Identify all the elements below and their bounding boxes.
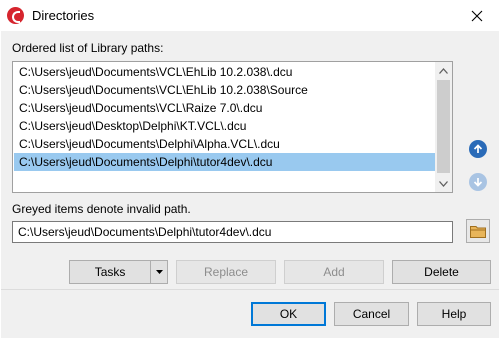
close-button[interactable] xyxy=(454,0,500,31)
list-item[interactable]: C:\Users\jeud\Documents\VCL\EhLib 10.2.0… xyxy=(14,63,437,81)
help-button[interactable]: Help xyxy=(417,302,491,326)
delphi-app-icon xyxy=(7,7,24,24)
arrow-down-circle-icon xyxy=(469,173,487,191)
invalid-path-hint: Greyed items denote invalid path. xyxy=(12,202,191,216)
list-item[interactable]: C:\Users\jeud\Documents\VCL\Raize 7.0\.d… xyxy=(14,99,437,117)
scroll-up-button[interactable] xyxy=(435,62,452,79)
replace-button[interactable]: Replace xyxy=(176,260,276,284)
list-scrollbar[interactable] xyxy=(435,62,452,192)
cancel-button[interactable]: Cancel xyxy=(334,302,409,326)
list-item[interactable]: C:\Users\jeud\Desktop\Delphi\KT.VCL\.dcu xyxy=(14,117,437,135)
footer-divider xyxy=(1,289,499,290)
list-item-selected[interactable]: C:\Users\jeud\Documents\Delphi\tutor4dev… xyxy=(14,153,437,171)
list-item-label: C:\Users\jeud\Documents\VCL\EhLib 10.2.0… xyxy=(19,65,293,79)
title-bar[interactable]: Directories xyxy=(0,0,500,31)
list-item-label: C:\Users\jeud\Desktop\Delphi\KT.VCL\.dcu xyxy=(19,119,247,133)
tasks-dropdown-button[interactable] xyxy=(150,261,167,283)
add-button[interactable]: Add xyxy=(284,260,384,284)
move-up-button[interactable] xyxy=(467,138,489,160)
scroll-down-icon xyxy=(439,180,448,187)
arrow-up-circle-icon xyxy=(469,140,487,158)
list-item-label: C:\Users\jeud\Documents\VCL\EhLib 10.2.0… xyxy=(19,83,308,97)
tasks-split-button[interactable]: Tasks xyxy=(69,260,168,284)
tasks-label: Tasks xyxy=(94,265,126,279)
scrollbar-thumb[interactable] xyxy=(437,80,450,173)
folder-icon xyxy=(470,225,486,238)
ok-button[interactable]: OK xyxy=(251,302,326,326)
scroll-up-icon xyxy=(439,67,448,74)
path-input[interactable] xyxy=(12,221,453,243)
list-item[interactable]: C:\Users\jeud\Documents\Delphi\Alpha.VCL… xyxy=(14,135,437,153)
window-title: Directories xyxy=(32,8,95,23)
browse-folder-button[interactable] xyxy=(466,219,490,243)
chevron-down-icon xyxy=(155,270,163,274)
delete-button[interactable]: Delete xyxy=(392,260,491,284)
list-item[interactable]: C:\Users\jeud\Documents\VCL\EhLib 10.2.0… xyxy=(14,81,437,99)
library-path-list[interactable]: C:\Users\jeud\Documents\VCL\EhLib 10.2.0… xyxy=(12,61,453,193)
scroll-down-button[interactable] xyxy=(435,175,452,192)
library-list-label: Ordered list of Library paths: xyxy=(12,41,164,55)
move-down-button[interactable] xyxy=(467,171,489,193)
dialog-body: Ordered list of Library paths: C:\Users\… xyxy=(1,31,499,338)
close-icon xyxy=(471,10,483,21)
list-item-label: C:\Users\jeud\Documents\Delphi\tutor4dev… xyxy=(19,155,273,169)
list-item-label: C:\Users\jeud\Documents\VCL\Raize 7.0\.d… xyxy=(19,101,263,115)
list-item-label: C:\Users\jeud\Documents\Delphi\Alpha.VCL… xyxy=(19,137,280,151)
